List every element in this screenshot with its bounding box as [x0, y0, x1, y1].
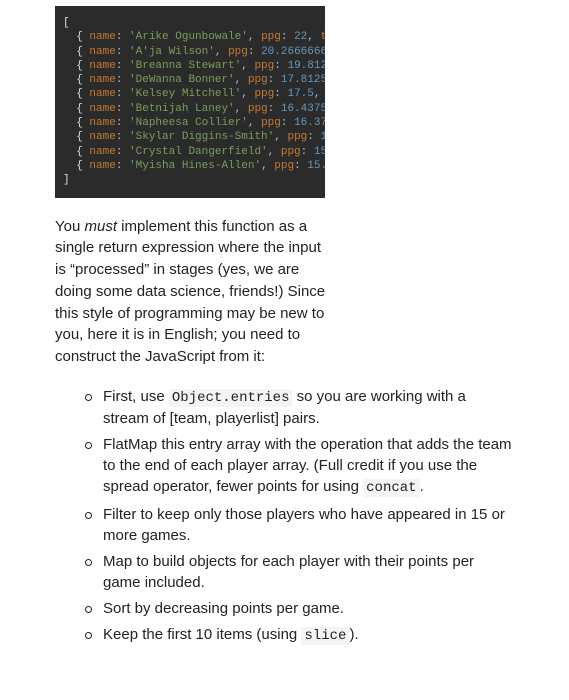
instruction-paragraph: You must implement this function as a si…	[55, 216, 327, 368]
list-text: First, use	[103, 388, 169, 405]
list-text: Sort by decreasing points per game.	[103, 600, 344, 617]
list-item: Sort by decreasing points per game.	[85, 598, 514, 619]
list-text: Keep the first 10 items (using	[103, 626, 301, 643]
prose-emphasis: must	[84, 218, 117, 235]
list-item: FlatMap this entry array with the operat…	[85, 434, 514, 499]
inline-code: Object.entries	[169, 389, 293, 407]
list-item: First, use Object.entries so you are wor…	[85, 386, 514, 430]
inline-code: slice	[301, 627, 349, 645]
list-item: Keep the first 10 items (using slice).	[85, 624, 514, 647]
code-output-block: [ { name: 'Arike Ogunbowale', ppg: 22, t…	[55, 6, 325, 198]
list-text: FlatMap this entry array with the operat…	[103, 436, 512, 495]
instruction-paragraph-wrapper: You must implement this function as a si…	[55, 216, 327, 368]
prose-text: You	[55, 218, 84, 235]
list-item: Map to build objects for each player wit…	[85, 551, 514, 593]
steps-list: First, use Object.entries so you are wor…	[85, 386, 514, 647]
list-text: ).	[349, 626, 358, 643]
list-text: .	[420, 478, 424, 495]
prose-text: implement this function as a single retu…	[55, 218, 325, 366]
inline-code: concat	[363, 479, 419, 497]
list-text: Map to build objects for each player wit…	[103, 553, 474, 591]
list-text: Filter to keep only those players who ha…	[103, 506, 505, 544]
list-item: Filter to keep only those players who ha…	[85, 504, 514, 546]
